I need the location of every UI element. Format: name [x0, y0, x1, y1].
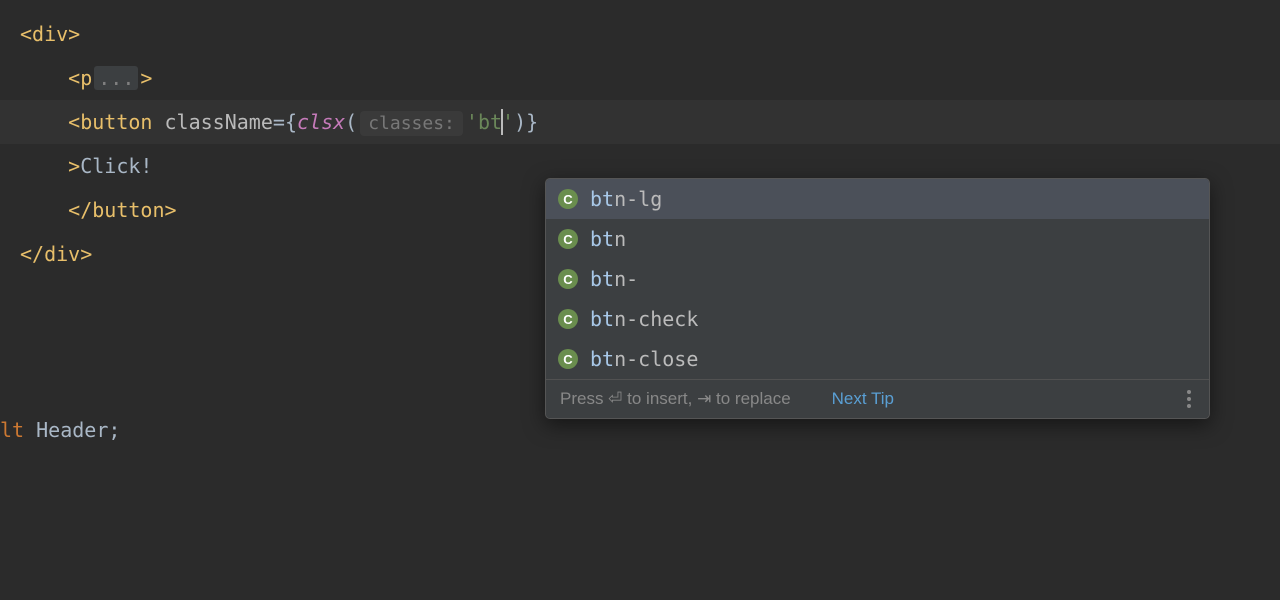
autocomplete-item[interactable]: Cbtn-: [546, 259, 1209, 299]
tag-name: p: [80, 66, 92, 90]
autocomplete-label: btn-: [590, 267, 638, 291]
class-icon: C: [558, 269, 578, 289]
class-icon: C: [558, 189, 578, 209]
identifier: Header: [36, 418, 108, 442]
text-content: Click!: [80, 154, 152, 178]
autocomplete-label: btn-check: [590, 307, 698, 331]
kebab-menu-icon[interactable]: [1183, 388, 1195, 410]
class-icon: C: [558, 309, 578, 329]
autocomplete-footer: Press ⏎ to insert, ⇥ to replace Next Tip: [546, 379, 1209, 418]
autocomplete-item[interactable]: Cbtn: [546, 219, 1209, 259]
class-icon: C: [558, 349, 578, 369]
fold-collapsed-icon[interactable]: ...: [94, 66, 138, 90]
tag-name: div: [44, 242, 80, 266]
next-tip-link[interactable]: Next Tip: [832, 389, 894, 408]
code-line-current[interactable]: <button className={clsx(classes:'bt')}: [0, 100, 1280, 144]
tag-name: button: [80, 110, 152, 134]
autocomplete-item[interactable]: Cbtn-check: [546, 299, 1209, 339]
autocomplete-label: btn-lg: [590, 187, 662, 211]
code-line[interactable]: <p...>: [0, 56, 1280, 100]
inlay-parameter-hint: classes:: [360, 111, 463, 136]
autocomplete-popup[interactable]: Cbtn-lgCbtnCbtn-Cbtn-checkCbtn-close Pre…: [545, 178, 1210, 419]
attribute-name: className: [165, 110, 273, 134]
code-line[interactable]: <div>: [0, 12, 1280, 56]
tag-name: button: [92, 198, 164, 222]
tag-name: div: [32, 22, 68, 46]
autocomplete-label: btn-close: [590, 347, 698, 371]
tag-open-bracket: <: [20, 22, 32, 46]
autocomplete-item[interactable]: Cbtn-lg: [546, 179, 1209, 219]
tag-open-bracket: <: [68, 66, 80, 90]
typed-text: bt: [478, 110, 502, 134]
autocomplete-label: btn: [590, 227, 626, 251]
footer-hint-text: Press ⏎ to insert, ⇥ to replace: [560, 389, 791, 408]
tag-close-bracket: >: [140, 66, 152, 90]
text-cursor: [501, 109, 503, 135]
tag-close-bracket: >: [68, 22, 80, 46]
function-call: clsx: [297, 110, 345, 134]
autocomplete-item[interactable]: Cbtn-close: [546, 339, 1209, 379]
class-icon: C: [558, 229, 578, 249]
